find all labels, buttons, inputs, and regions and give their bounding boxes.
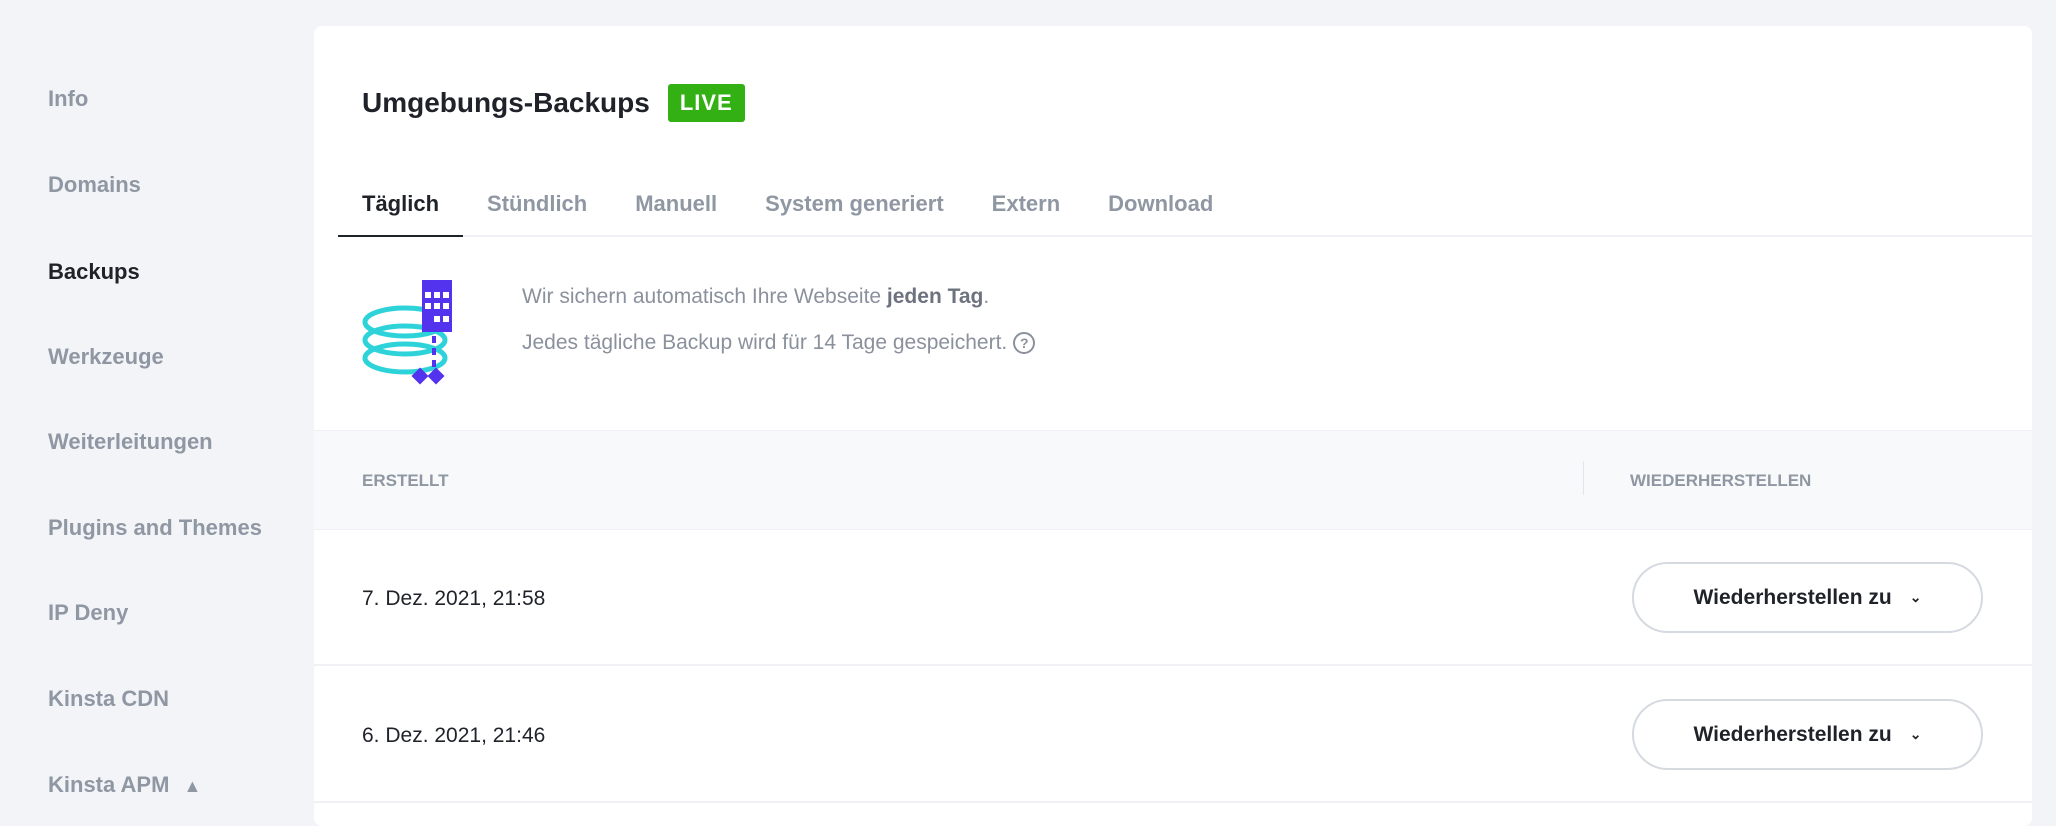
sidebar-item-kinsta-cdn[interactable]: Kinsta CDN: [48, 686, 169, 712]
chevron-down-icon: ⌄: [1909, 726, 1922, 742]
restore-label: Wiederherstellen zu: [1693, 585, 1892, 609]
restore-button[interactable]: Wiederherstellen zu ⌄: [1632, 699, 1983, 770]
tab-system-generiert[interactable]: System generiert: [741, 186, 968, 237]
page-title: Umgebungs-Backups LIVE: [362, 84, 745, 122]
desc-bold: jeden Tag: [886, 285, 984, 308]
desc-suffix: .: [983, 285, 990, 308]
sidebar: Info Domains Backups Werkzeuge Weiterlei…: [0, 0, 314, 806]
sidebar-item-ip-deny[interactable]: IP Deny: [48, 600, 128, 626]
tab-bar: Täglich Stündlich Manuell System generie…: [338, 186, 2032, 237]
table-row: 7. Dez. 2021, 21:58 Wiederherstellen zu ⌄: [314, 530, 2032, 666]
sidebar-item-domains[interactable]: Domains: [48, 172, 141, 198]
sidebar-item-plugins-themes[interactable]: Plugins and Themes: [48, 515, 262, 541]
sidebar-item-weiterleitungen[interactable]: Weiterleitungen: [48, 429, 213, 455]
backup-date: 6. Dez. 2021, 21:46: [362, 724, 546, 747]
tab-download[interactable]: Download: [1084, 186, 1237, 237]
flask-icon: ▲: [183, 776, 202, 796]
sidebar-item-werkzeuge[interactable]: Werkzeuge: [48, 344, 164, 370]
backup-calendar-icon: [360, 278, 480, 393]
chevron-down-icon: ⌄: [1909, 589, 1922, 605]
restore-label: Wiederherstellen zu: [1693, 722, 1892, 746]
sidebar-item-label: Kinsta APM: [48, 772, 170, 797]
table-row: 6. Dez. 2021, 21:46 Wiederherstellen zu ⌄: [314, 667, 2032, 803]
sidebar-item-kinsta-apm[interactable]: Kinsta APM ▲: [48, 772, 201, 798]
tab-taeglich[interactable]: Täglich: [338, 186, 464, 237]
column-divider: [1583, 461, 1584, 495]
desc-text: Wir sichern automatisch Ihre Webseite: [522, 285, 887, 308]
table-header: ERSTELLT WIEDERHERSTELLEN: [314, 430, 2032, 530]
backup-date: 7. Dez. 2021, 21:58: [362, 587, 546, 610]
restore-button[interactable]: Wiederherstellen zu ⌄: [1632, 562, 1983, 633]
title-text: Umgebungs-Backups: [362, 87, 650, 118]
column-wiederherstellen: WIEDERHERSTELLEN: [1630, 471, 1812, 490]
backups-card: Umgebungs-Backups LIVE Täglich Stündlich…: [314, 26, 2032, 826]
sidebar-item-info[interactable]: Info: [48, 86, 88, 112]
live-badge: LIVE: [667, 84, 745, 122]
backup-description: Wir sichern automatisch Ihre Webseite je…: [522, 274, 1036, 366]
retention-text: Jedes tägliche Backup wird für 14 Tage g…: [522, 331, 1008, 354]
tab-stuendlich[interactable]: Stündlich: [463, 186, 611, 237]
help-icon[interactable]: ?: [1013, 332, 1036, 355]
column-erstellt[interactable]: ERSTELLT: [362, 471, 449, 491]
tab-extern[interactable]: Extern: [968, 186, 1084, 237]
sidebar-item-backups[interactable]: Backups: [48, 259, 140, 285]
tab-manuell[interactable]: Manuell: [611, 186, 741, 237]
